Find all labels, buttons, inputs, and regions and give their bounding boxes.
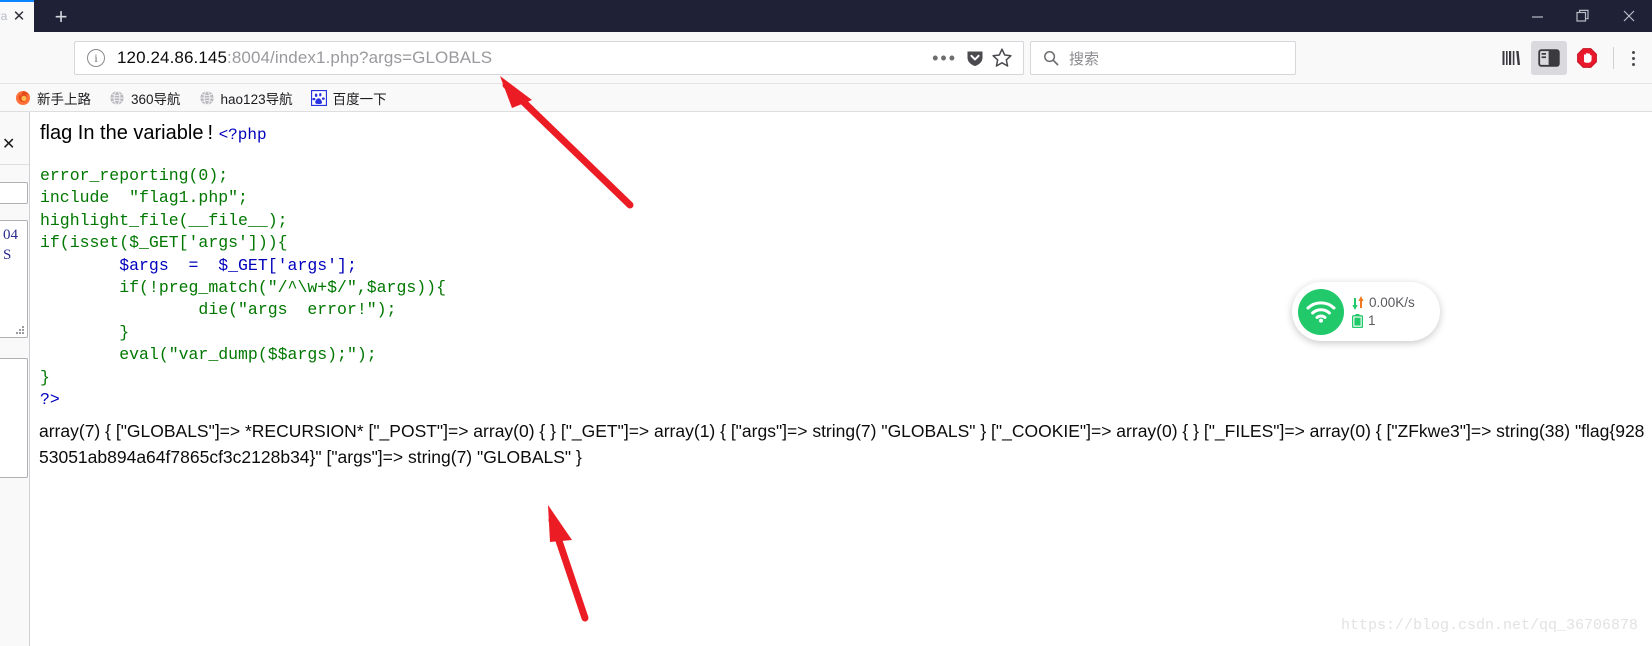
navigation-toolbar: i 120.24.86.145:8004/index1.php?args=GLO…	[0, 32, 1652, 84]
close-tab-icon[interactable]: ✕	[11, 8, 27, 24]
side-panel-textarea[interactable]: 04 S	[0, 220, 28, 338]
code-line-10: ?>	[40, 390, 60, 410]
globe-icon	[199, 90, 214, 105]
restore-button[interactable]	[1560, 0, 1606, 32]
search-bar[interactable]: 搜索	[1030, 41, 1296, 75]
bookmark-item-0[interactable]: 新手上路	[8, 86, 98, 110]
code-line-6: die("args error!");	[40, 300, 397, 320]
bookmarks-bar: 新手上路 360导航 hao123导航 百度一下	[0, 84, 1652, 112]
browser-tab-active[interactable]: ?a ✕	[0, 0, 34, 32]
firefox-icon	[16, 90, 30, 105]
side-panel-close-icon[interactable]: ✕	[2, 134, 15, 154]
php-open-tag: <?php	[218, 126, 267, 144]
var-dump-output: array(7) { ["GLOBALS"]=> *RECURSION* ["_…	[39, 421, 1645, 467]
code-line-2: highlight_file(__file__);	[40, 210, 288, 230]
url-path: :8004/index1.php?args=GLOBALS	[227, 48, 493, 67]
library-button[interactable]	[1493, 41, 1529, 75]
new-tab-button[interactable]: +	[48, 5, 74, 29]
bookmark-item-1[interactable]: 360导航	[102, 86, 188, 110]
page-content: flag In the variable ! <?php error_repor…	[31, 113, 1652, 646]
side-panel-input[interactable]	[0, 182, 28, 204]
menu-dot	[1631, 56, 1635, 60]
bookmark-label: 百度一下	[332, 91, 387, 107]
bookmark-item-3[interactable]: 百度一下	[304, 86, 394, 110]
sidebar-icon	[1538, 49, 1560, 67]
bookmark-item-2[interactable]: hao123导航	[192, 86, 300, 110]
up-down-arrows-icon	[1352, 295, 1364, 310]
baidu-icon	[310, 89, 327, 106]
minimize-button[interactable]	[1514, 0, 1560, 32]
code-line-0: error_reporting(0);	[40, 166, 229, 185]
code-line-8: eval("var_dump($$args);");	[40, 345, 377, 365]
network-speed-row: 0.00K/s	[1352, 295, 1415, 310]
code-line-3: if(isset($_GET['args'])){	[40, 233, 288, 253]
adblock-button[interactable]	[1569, 41, 1605, 75]
network-speed-widget[interactable]: 0.00K/s 1	[1292, 282, 1440, 341]
network-info: 0.00K/s 1	[1352, 295, 1415, 328]
network-speed-value: 0.00K/s	[1369, 295, 1415, 310]
url-bar-actions: •••	[930, 47, 1023, 69]
wifi-icon	[1298, 288, 1344, 335]
side-panel-textarea-2[interactable]	[0, 358, 28, 478]
page-title-text: flag In the variable !	[40, 122, 213, 144]
code-line-1: include "flag1.php";	[40, 188, 248, 208]
tab-strip: ?a ✕	[0, 0, 34, 32]
bookmark-label: 360导航	[131, 91, 181, 107]
side-panel-text-line-1: 04	[3, 227, 18, 243]
toolbar-divider	[1613, 47, 1614, 69]
code-line-5: if(!preg_match("/^\w+$/",$args)){	[40, 278, 446, 298]
library-icon	[1502, 51, 1520, 65]
page-actions-icon[interactable]: •••	[930, 49, 959, 67]
tab-title: ?a	[0, 9, 8, 23]
bookmark-label: 新手上路	[37, 91, 91, 107]
network-connections-value: 1	[1368, 313, 1376, 328]
code-line-4: $args = $_GET['args'];	[40, 255, 357, 275]
url-bar[interactable]: i 120.24.86.145:8004/index1.php?args=GLO…	[74, 41, 1024, 75]
bookmark-label: hao123导航	[220, 91, 293, 107]
network-connections-row: 1	[1352, 313, 1415, 328]
url-host: 120.24.86.145	[117, 48, 228, 67]
globe-icon	[110, 90, 124, 105]
code-line-9: }	[40, 367, 50, 387]
sidebar-toggle-button[interactable]	[1531, 41, 1567, 75]
code-line-7: }	[40, 322, 130, 342]
side-panel-divider	[0, 164, 29, 165]
adblock-stop-hand-icon	[1577, 48, 1597, 68]
window-controls	[1514, 0, 1652, 32]
side-panel-text-line-2: S	[3, 247, 12, 263]
search-icon	[1044, 51, 1059, 66]
close-window-button[interactable]	[1606, 0, 1652, 32]
pocket-icon[interactable]	[965, 48, 985, 68]
url-text: 120.24.86.145:8004/index1.php?args=GLOBA…	[117, 48, 492, 68]
browser-window: ?a ✕ + i	[0, 0, 1652, 646]
menu-dot	[1631, 62, 1635, 66]
menu-dot	[1631, 50, 1635, 54]
title-bar: ?a ✕ +	[0, 0, 1652, 32]
search-input[interactable]: 搜索	[1069, 48, 1099, 69]
watermark: https://blog.csdn.net/qq_36706878	[1340, 617, 1638, 634]
battery-icon	[1352, 313, 1363, 328]
bookmark-star-icon[interactable]	[991, 47, 1013, 69]
site-info-icon[interactable]: i	[87, 49, 105, 67]
app-menu-button[interactable]	[1622, 41, 1644, 75]
page-title: flag In the variable ! <?php	[40, 122, 267, 145]
toolbar-right-buttons	[1493, 41, 1644, 75]
resize-grip-icon[interactable]	[15, 325, 24, 334]
php-source-code: error_reporting(0); include "flag1.php";…	[40, 165, 446, 411]
side-panel: ✕ 04 S	[0, 112, 30, 646]
